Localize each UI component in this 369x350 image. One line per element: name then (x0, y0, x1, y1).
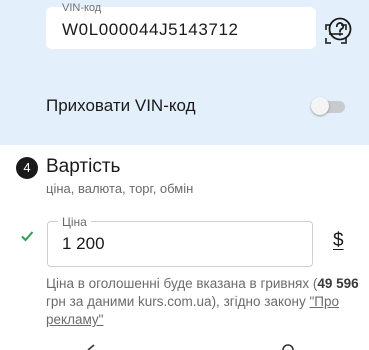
currency-selector[interactable]: $ (333, 230, 344, 252)
note-text-2: грн за даними kurs.com.ua), згідно закон… (46, 294, 310, 309)
hide-vin-toggle[interactable] (311, 97, 345, 115)
note-text-1: Ціна в оголошенні буде вказана в гривнях… (46, 276, 318, 291)
toggle-knob (311, 97, 329, 115)
note-uah-amount: 49 596 (317, 276, 359, 291)
price-value[interactable]: 1 200 (62, 234, 105, 254)
vin-field[interactable]: VIN-код W0L000044J5143712 (46, 2, 347, 49)
vin-label: VIN-код (62, 2, 102, 14)
partial-icon (87, 344, 95, 350)
price-note: Ціна в оголошенні буде вказана в гривнях… (46, 275, 364, 329)
vin-section: VIN-код W0L000044J5143712 Приховати VIN-… (0, 0, 369, 145)
section-title: Вартість (46, 156, 121, 177)
hide-vin-label: Приховати VIN-код (46, 96, 196, 115)
partial-circle-icon (282, 344, 294, 350)
check-icon (21, 231, 34, 242)
question-circle-icon[interactable] (328, 17, 352, 41)
price-field[interactable]: Ціна 1 200 (47, 215, 313, 267)
section-subtitle: ціна, валюта, торг, обмін (46, 181, 194, 196)
vin-value[interactable]: W0L000044J5143712 (62, 20, 239, 40)
step-number-badge: 4 (16, 157, 38, 179)
price-label: Ціна (58, 215, 91, 229)
